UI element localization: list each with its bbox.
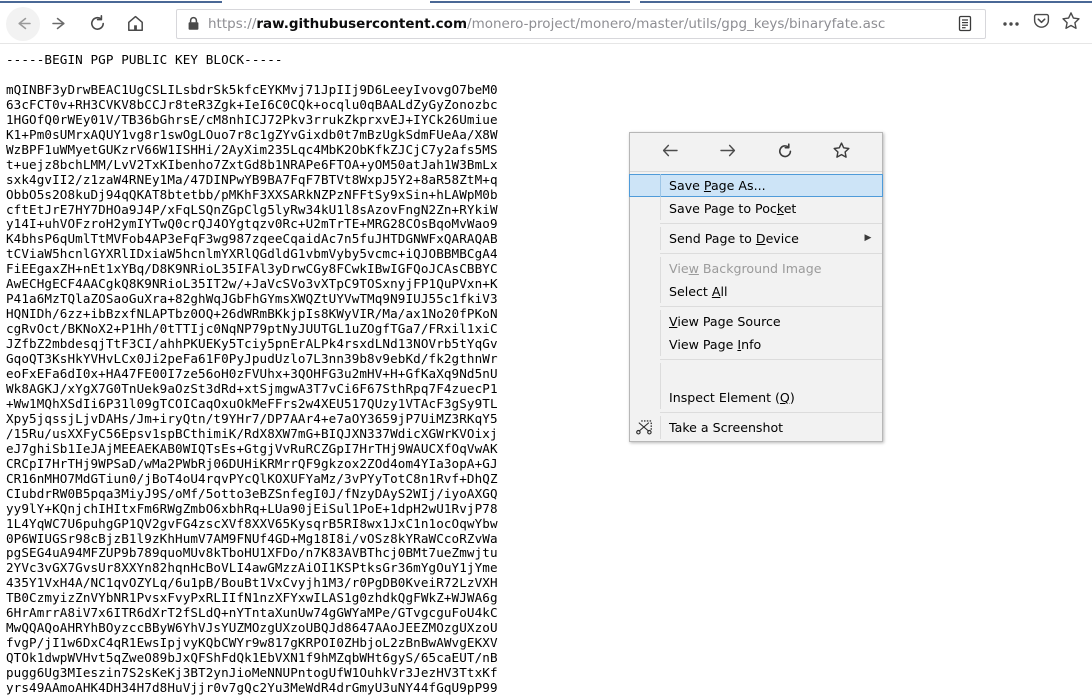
urlbar-container: https://raw.githubusercontent.com/monero…	[176, 8, 986, 39]
url-bar[interactable]: https://raw.githubusercontent.com/monero…	[176, 8, 986, 39]
menu-item-icon-slot	[630, 310, 660, 333]
tab-underline-3	[640, 1, 1092, 3]
menu-item-label: Inspect Element (Q)	[660, 386, 876, 409]
menu-item-label: View Page Info	[660, 333, 876, 356]
reload-button[interactable]	[80, 7, 114, 41]
menu-separator	[660, 306, 882, 307]
menu-item-inspect-accessibility-properties[interactable]	[630, 363, 882, 386]
menu-item-icon-slot	[630, 386, 660, 409]
back-icon	[661, 142, 680, 162]
menu-separator	[660, 223, 882, 224]
padlock-icon[interactable]	[187, 16, 200, 31]
menu-item-label: Save Page As...	[660, 174, 876, 197]
menu-item-take-a-screenshot[interactable]: Take a Screenshot	[630, 416, 882, 439]
menu-item-label: Select All	[660, 280, 876, 303]
pgp-key-text: -----BEGIN PGP PUBLIC KEY BLOCK----- mQI…	[6, 52, 498, 696]
reload-icon	[88, 14, 107, 33]
menu-item-view-background-image: View Background Image	[630, 257, 882, 280]
toolbar-right-actions	[996, 9, 1086, 39]
forward-button[interactable]	[42, 7, 76, 41]
url-path: /monero-project/monero/master/utils/gpg_…	[467, 15, 886, 32]
menu-item-icon-slot	[630, 363, 660, 386]
forward-icon	[718, 142, 737, 162]
menu-separator	[660, 253, 882, 254]
menu-item-view-page-info[interactable]: View Page Info	[630, 333, 882, 356]
menu-item-label: Save Page to Pocket	[660, 197, 876, 220]
browser-window: https://raw.githubusercontent.com/monero…	[0, 0, 1092, 696]
pocket-button[interactable]	[1026, 9, 1056, 39]
menu-item-icon-slot	[630, 257, 660, 280]
scissors-screenshot-icon	[630, 416, 660, 439]
menu-item-icon-slot	[630, 174, 660, 197]
context-menu[interactable]: Save Page As... Save Page to Pocket Send…	[629, 132, 883, 442]
page-actions-button[interactable]	[996, 9, 1026, 39]
forward-arrow-icon	[50, 14, 69, 33]
menu-item-select-all[interactable]: Select All	[630, 280, 882, 303]
page-content-area[interactable]: -----BEGIN PGP PUBLIC KEY BLOCK----- mQI…	[0, 45, 1092, 696]
context-menu-reload-button[interactable]	[768, 137, 802, 167]
home-button[interactable]	[118, 7, 152, 41]
menu-item-save-page-as[interactable]: Save Page As...	[629, 174, 883, 197]
context-menu-header	[630, 133, 882, 171]
pocket-icon	[1032, 12, 1051, 36]
bookmark-star-icon	[832, 141, 851, 163]
context-menu-forward-button[interactable]	[711, 137, 745, 167]
menu-item-inspect-element[interactable]: Inspect Element (Q)	[630, 386, 882, 409]
menu-item-label	[660, 363, 876, 386]
context-menu-items: Save Page As... Save Page to Pocket Send…	[629, 172, 883, 439]
bookmark-button[interactable]	[1056, 9, 1086, 39]
back-button[interactable]	[6, 6, 40, 41]
submenu-arrow-icon: ▶	[864, 233, 872, 243]
menu-item-save-page-to-pocket[interactable]: Save Page to Pocket	[630, 197, 882, 220]
menu-item-icon-slot	[630, 333, 660, 356]
menu-separator	[660, 359, 882, 360]
ellipsis-icon	[1001, 15, 1021, 33]
menu-item-label: View Background Image	[660, 257, 876, 280]
url-host: raw.githubusercontent.com	[256, 15, 468, 32]
menu-separator	[660, 412, 882, 413]
menu-item-label: Take a Screenshot	[660, 416, 876, 439]
url-text: https://raw.githubusercontent.com/monero…	[208, 10, 951, 38]
context-menu-back-button[interactable]	[654, 137, 688, 167]
tab-underline-1	[0, 1, 222, 3]
tab-underline-2	[430, 1, 630, 3]
menu-item-icon-slot	[630, 280, 660, 303]
reader-view-button[interactable]	[951, 10, 979, 38]
menu-item-label: Send Page to Device	[660, 227, 860, 250]
menu-item-label: View Page Source	[660, 310, 876, 333]
menu-item-icon-slot	[630, 197, 660, 220]
url-scheme: https://	[208, 15, 257, 32]
navigation-toolbar: https://raw.githubusercontent.com/monero…	[0, 4, 1092, 44]
back-arrow-icon	[14, 14, 33, 33]
home-icon	[126, 14, 145, 33]
menu-item-send-page-to-device[interactable]: Send Page to Device ▶	[630, 227, 882, 250]
menu-item-icon-slot	[630, 227, 660, 250]
context-menu-bookmark-button[interactable]	[825, 137, 859, 167]
star-bookmark-icon	[1061, 11, 1081, 36]
menu-item-view-page-source[interactable]: View Page Source	[630, 310, 882, 333]
reload-icon	[776, 142, 794, 163]
